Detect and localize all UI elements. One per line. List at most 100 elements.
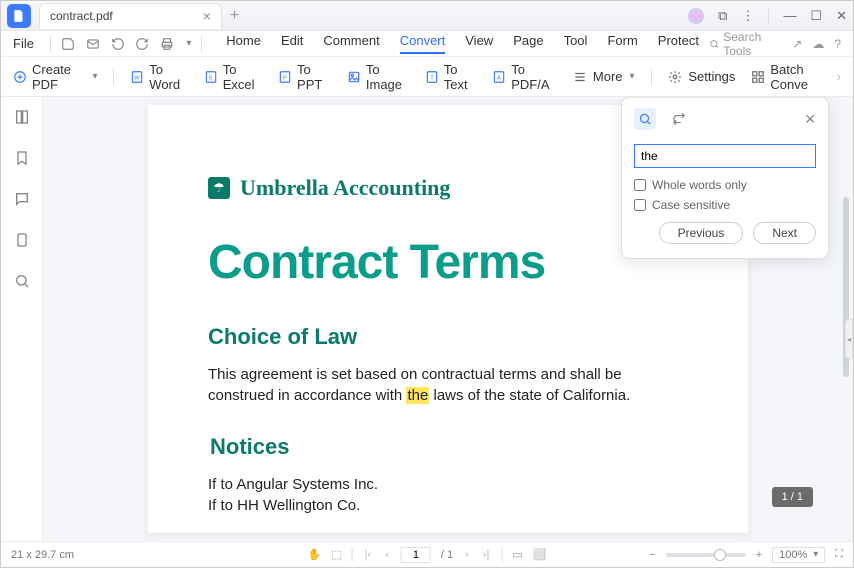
to-text-button[interactable]: TTo Text	[425, 62, 476, 92]
mail-icon[interactable]	[86, 36, 101, 52]
previous-button[interactable]: Previous	[659, 222, 744, 244]
thumbnails-icon[interactable]	[14, 109, 30, 130]
first-page-icon[interactable]: |‹	[363, 549, 374, 561]
quick-chevron-icon[interactable]: ▾	[186, 38, 191, 49]
svg-text:T: T	[430, 75, 434, 81]
batch-convert-button[interactable]: Batch Conve	[751, 62, 830, 92]
fullscreen-icon[interactable]: ⛶	[835, 548, 843, 561]
settings-button[interactable]: Settings	[667, 69, 735, 85]
case-sensitive-checkbox[interactable]: Case sensitive	[634, 198, 816, 212]
save-icon[interactable]	[61, 36, 76, 52]
zoom-out-icon[interactable]: −	[649, 549, 655, 561]
menu-protect[interactable]: Protect	[658, 33, 699, 54]
whole-words-checkbox[interactable]: Whole words only	[634, 178, 816, 192]
find-replace-icon[interactable]	[668, 108, 690, 130]
divider	[113, 69, 114, 85]
attachment-icon[interactable]	[14, 232, 30, 253]
whole-words-label: Whole words only	[652, 178, 747, 192]
section-heading: Notices	[210, 434, 688, 460]
to-word-label: To Word	[149, 62, 187, 92]
status-bar: 21 x 29.7 cm ✋ ⬚ |‹ ‹ / 1 › ›| ▭ ⬜ − + 1…	[1, 541, 853, 567]
close-tab-icon[interactable]: ×	[203, 8, 211, 24]
zoom-in-icon[interactable]: +	[756, 549, 762, 561]
main-menu: Home Edit Comment Convert View Page Tool…	[226, 33, 699, 54]
maximize-icon[interactable]: ☐	[810, 8, 822, 24]
file-menu[interactable]: File	[13, 36, 34, 51]
window-controls: ⧉ ⋮ ― ☐ ✕	[688, 8, 847, 24]
menu-right: Search Tools ↗ ☁ ?	[709, 30, 841, 58]
to-image-button[interactable]: To Image	[347, 62, 409, 92]
find-search-icon[interactable]	[634, 108, 656, 130]
expand-right-handle[interactable]: ◂	[845, 319, 853, 359]
more-button[interactable]: More▾	[572, 69, 635, 85]
create-pdf-label: Create PDF	[32, 62, 85, 92]
bookmark-icon[interactable]	[14, 150, 30, 171]
help-icon[interactable]: ?	[834, 37, 841, 51]
zoom-slider[interactable]	[666, 553, 746, 557]
word-icon: W	[130, 69, 144, 85]
svg-text:E: E	[209, 75, 213, 81]
last-page-icon[interactable]: ›|	[481, 549, 492, 561]
status-right: − + 100%▾ ⛶	[649, 547, 843, 563]
convert-toolbar: Create PDF ▾ WTo Word ETo Excel PTo PPT …	[1, 57, 853, 97]
slider-thumb[interactable]	[714, 549, 726, 561]
close-window-icon[interactable]: ✕	[836, 8, 847, 24]
document-tab[interactable]: contract.pdf ×	[39, 3, 222, 29]
next-page-icon[interactable]: ›	[463, 549, 471, 561]
minimize-icon[interactable]: ―	[783, 8, 796, 23]
fit-width-icon[interactable]: ⬜	[533, 548, 547, 561]
menu-tool[interactable]: Tool	[564, 33, 588, 54]
search-tools-label: Search Tools	[723, 30, 782, 58]
new-tab-button[interactable]: +	[230, 7, 239, 25]
kebab-menu-icon[interactable]: ⋮	[741, 8, 754, 24]
overflow-chevron-icon[interactable]: ›	[837, 69, 841, 84]
document-viewport[interactable]: ☂ Umbrella Acccounting Contract Terms Ch…	[43, 97, 853, 541]
document-title: Contract Terms	[208, 235, 688, 290]
menu-home[interactable]: Home	[226, 33, 261, 54]
comments-icon[interactable]	[14, 191, 30, 212]
menu-form[interactable]: Form	[607, 33, 637, 54]
main-area: ▸ ☂ Umbrella Acccounting Contract Terms …	[1, 97, 853, 541]
page-number-input[interactable]	[401, 547, 431, 563]
menu-convert[interactable]: Convert	[400, 33, 446, 54]
image-icon	[347, 69, 361, 85]
share-icon[interactable]: ⧉	[718, 8, 727, 24]
status-center: ✋ ⬚ |‹ ‹ / 1 › ›| ▭ ⬜	[308, 547, 547, 563]
find-input[interactable]	[634, 144, 816, 168]
find-close-icon[interactable]: ✕	[804, 111, 816, 128]
chevron-down-icon: ▾	[813, 549, 818, 560]
to-ppt-label: To PPT	[297, 62, 331, 92]
menu-page[interactable]: Page	[513, 33, 543, 54]
to-word-button[interactable]: W To Word	[130, 62, 187, 92]
page-counter-badge: 1 / 1	[772, 487, 813, 507]
find-panel: ✕ Whole words only Case sensitive Previo…	[621, 97, 829, 259]
to-ppt-button[interactable]: PTo PPT	[278, 62, 331, 92]
to-pdfa-button[interactable]: ATo PDF/A	[492, 62, 556, 92]
app-logo	[7, 4, 31, 28]
redo-icon[interactable]	[135, 36, 150, 52]
menu-edit[interactable]: Edit	[281, 33, 303, 54]
next-button[interactable]: Next	[753, 222, 816, 244]
select-tool-icon[interactable]: ⬚	[331, 548, 341, 561]
text-line: If to HH Wellington Co.	[208, 497, 360, 514]
text-line: If to Angular Systems Inc.	[208, 476, 378, 493]
menu-view[interactable]: View	[465, 33, 493, 54]
undo-icon[interactable]	[110, 36, 125, 52]
section-heading: Choice of Law	[208, 324, 688, 350]
search-rail-icon[interactable]	[14, 273, 30, 294]
batch-label: Batch Conve	[770, 62, 830, 92]
zoom-select[interactable]: 100%▾	[772, 547, 825, 563]
to-excel-button[interactable]: ETo Excel	[204, 62, 262, 92]
hand-tool-icon[interactable]: ✋	[308, 548, 322, 561]
menu-comment[interactable]: Comment	[323, 33, 379, 54]
fit-page-icon[interactable]: ▭	[512, 548, 522, 561]
ai-icon[interactable]	[688, 8, 704, 24]
chevron-down-icon: ▾	[630, 71, 635, 82]
search-tools[interactable]: Search Tools	[709, 30, 782, 58]
cloud-icon[interactable]: ☁	[812, 37, 824, 51]
print-icon[interactable]	[160, 36, 175, 52]
open-external-icon[interactable]: ↗	[792, 37, 802, 51]
create-pdf-button[interactable]: Create PDF ▾	[13, 62, 97, 92]
pdfa-icon: A	[492, 69, 506, 85]
prev-page-icon[interactable]: ‹	[383, 549, 391, 561]
